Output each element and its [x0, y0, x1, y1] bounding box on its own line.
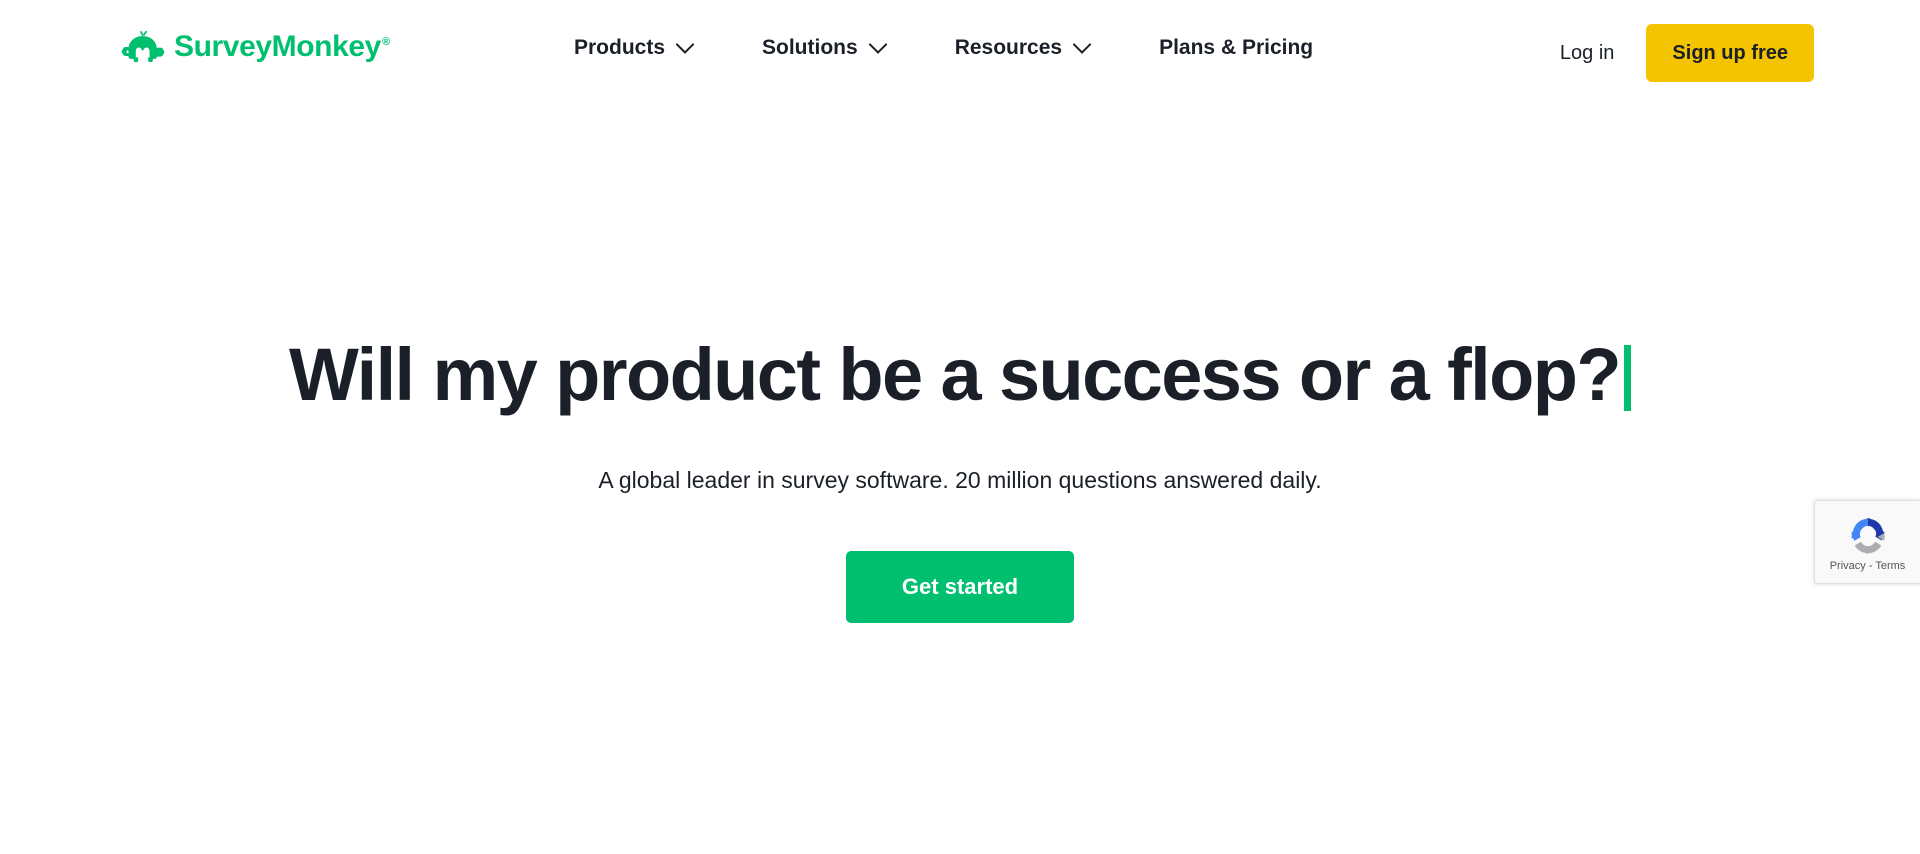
- logo-trademark-symbol: ®: [381, 36, 390, 48]
- hero-section: Will my product be a success or a flop? …: [0, 0, 1920, 854]
- nav-item-solutions-label: Solutions: [762, 36, 858, 59]
- login-link[interactable]: Log in: [1552, 42, 1623, 65]
- typing-caret: [1623, 345, 1631, 411]
- surveymonkey-monkey-icon: [119, 30, 167, 64]
- get-started-button[interactable]: Get started: [846, 551, 1074, 623]
- nav-item-products-label: Products: [574, 36, 666, 59]
- page-root: SurveyMonkey® Products Solutions Resourc…: [0, 0, 1920, 854]
- main-navigation: Products Solutions Resources Plans & Pri…: [540, 34, 1347, 62]
- signup-free-button[interactable]: Sign up free: [1646, 24, 1814, 82]
- chevron-down-icon: [868, 42, 887, 54]
- hero-subheadline: A global leader in survey software. 20 m…: [598, 467, 1322, 493]
- recaptcha-privacy-link[interactable]: Privacy: [1830, 560, 1866, 572]
- recaptcha-separator: -: [1868, 559, 1873, 572]
- nav-item-solutions[interactable]: Solutions: [728, 34, 921, 62]
- nav-item-resources-label: Resources: [954, 36, 1063, 59]
- hero-cta-container: Get started: [0, 551, 1920, 623]
- hero-headline-text: Will my product be a success or a flop?: [289, 333, 1622, 416]
- recaptcha-terms-link[interactable]: Terms: [1875, 560, 1905, 572]
- header-auth-actions: Log in Sign up free: [1552, 24, 1814, 82]
- nav-item-resources[interactable]: Resources: [921, 34, 1125, 62]
- recaptcha-logo-icon: [1845, 513, 1891, 559]
- nav-item-plans-and-pricing-label: Plans & Pricing: [1159, 36, 1314, 59]
- recaptcha-links: Privacy - Terms: [1830, 559, 1906, 572]
- recaptcha-badge[interactable]: Privacy - Terms: [1814, 500, 1920, 584]
- chevron-down-icon: [676, 42, 695, 54]
- logo-wordmark: SurveyMonkey®: [174, 30, 390, 63]
- nav-item-plans-and-pricing[interactable]: Plans & Pricing: [1125, 34, 1347, 62]
- hero-headline: Will my product be a success or a flop?: [0, 338, 1920, 412]
- surveymonkey-logo[interactable]: SurveyMonkey®: [119, 26, 390, 68]
- site-header: SurveyMonkey® Products Solutions Resourc…: [0, 0, 1920, 107]
- nav-item-products[interactable]: Products: [540, 34, 728, 62]
- chevron-down-icon: [1073, 42, 1092, 54]
